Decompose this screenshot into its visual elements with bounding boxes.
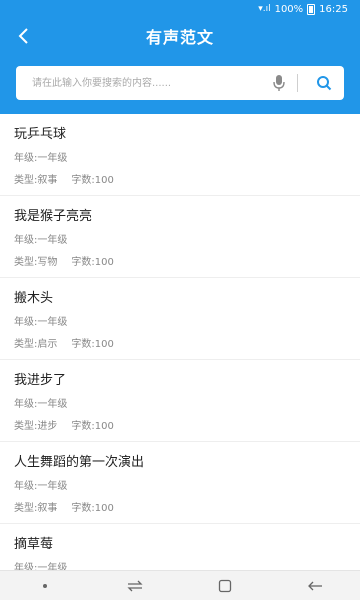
search-divider: [297, 74, 298, 92]
item-grade: 年级:一年级: [14, 317, 68, 328]
page-title: 有声范文: [145, 28, 214, 47]
status-bar: ▾.ıl 100% 16:25: [0, 0, 360, 18]
list-item[interactable]: 搬木头 年级:一年级 类型:启示 字数:100: [0, 278, 360, 360]
item-meta: 类型:启示 字数:100: [14, 337, 346, 353]
item-meta: 类型:叙事 字数:100: [14, 501, 346, 517]
item-meta: 类型:进步 字数:100: [14, 419, 346, 435]
nav-back-icon: [308, 581, 322, 590]
item-title: 我进步了: [14, 373, 67, 388]
nav-recent-button[interactable]: [115, 571, 155, 600]
search-input[interactable]: [16, 66, 265, 100]
microphone-icon: [273, 75, 285, 91]
item-title: 人生舞蹈的第一次演出: [14, 455, 145, 470]
item-word-count: 字数:100: [71, 175, 114, 186]
nav-dot-button[interactable]: [25, 571, 65, 600]
item-grade: 年级:一年级: [14, 399, 68, 410]
status-time: 16:25: [319, 3, 348, 15]
search-button[interactable]: [304, 66, 344, 100]
title-row: 有声范文: [0, 20, 360, 52]
item-meta: 类型:叙事 字数:100: [14, 173, 346, 189]
nav-back-button[interactable]: [295, 571, 335, 600]
app-header: ▾.ıl 100% 16:25 有声范文: [0, 0, 360, 114]
item-title: 玩乒乓球: [14, 127, 67, 142]
nav-home-button[interactable]: [205, 571, 245, 600]
item-title: 搬木头: [14, 291, 54, 306]
list-item[interactable]: 人生舞蹈的第一次演出 年级:一年级 类型:叙事 字数:100: [0, 442, 360, 524]
back-arrow-icon: [18, 28, 28, 44]
item-word-count: 字数:100: [71, 421, 114, 432]
item-type: 类型:进步: [14, 421, 58, 432]
nav-home-icon: [218, 579, 232, 592]
list-item[interactable]: 我进步了 年级:一年级 类型:进步 字数:100: [0, 360, 360, 442]
item-grade: 年级:一年级: [14, 481, 68, 492]
signal-icon: ▾.ıl: [258, 4, 271, 14]
item-type: 类型:启示: [14, 339, 58, 350]
list-item[interactable]: 我是猴子亮亮 年级:一年级 类型:写物 字数:100: [0, 196, 360, 278]
voice-search-button[interactable]: [265, 66, 293, 100]
essay-list: 玩乒乓球 年级:一年级 类型:叙事 字数:100 我是猴子亮亮 年级:一年级 类…: [0, 114, 360, 600]
item-title: 摘草莓: [14, 537, 54, 552]
item-grade: 年级:一年级: [14, 235, 68, 246]
search-bar: [16, 66, 344, 100]
item-grade: 年级:一年级: [14, 153, 68, 164]
item-type: 类型:叙事: [14, 503, 58, 514]
nav-recent-icon: [127, 580, 143, 591]
item-word-count: 字数:100: [71, 503, 114, 514]
item-type: 类型:写物: [14, 257, 58, 268]
nav-dot-icon: [43, 583, 47, 588]
item-type: 类型:叙事: [14, 175, 58, 186]
item-word-count: 字数:100: [71, 339, 114, 350]
battery-icon: [307, 3, 316, 15]
item-title: 我是猴子亮亮: [14, 209, 93, 224]
battery-percent: 100%: [274, 3, 304, 15]
item-meta: 类型:写物 字数:100: [14, 255, 346, 271]
system-nav-bar: [0, 570, 360, 600]
item-word-count: 字数:100: [71, 257, 114, 268]
list-item[interactable]: 玩乒乓球 年级:一年级 类型:叙事 字数:100: [0, 114, 360, 196]
back-button[interactable]: [10, 22, 38, 50]
search-icon: [317, 76, 332, 91]
